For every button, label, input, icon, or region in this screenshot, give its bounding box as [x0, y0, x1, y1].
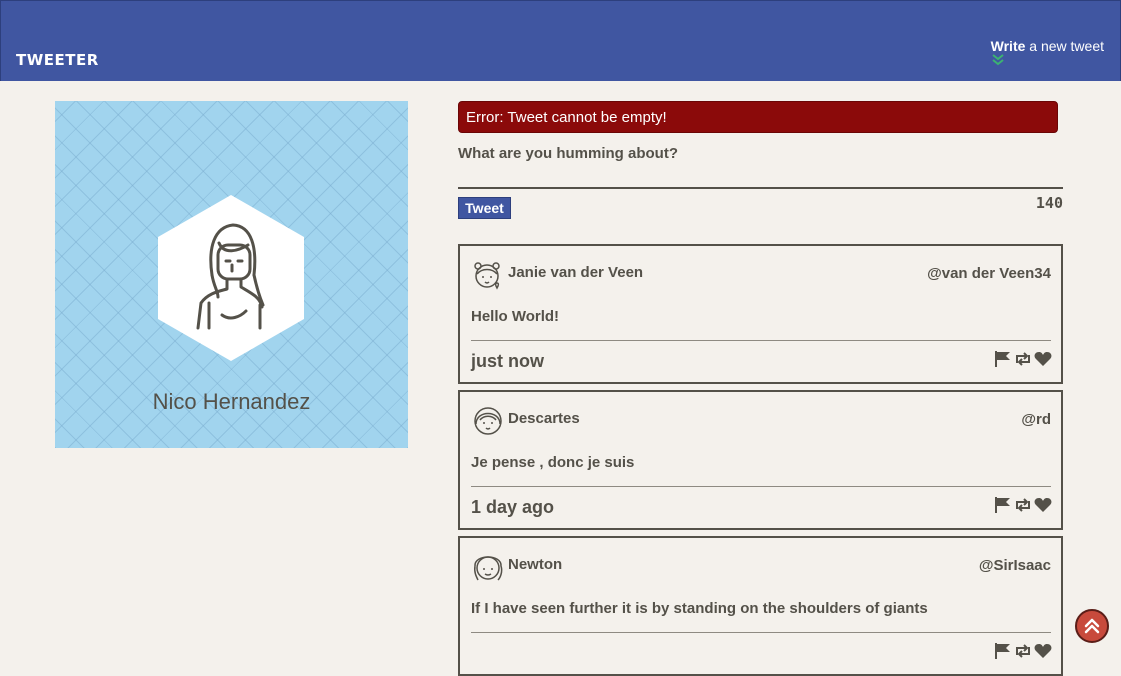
- tweet-avatar-icon: [474, 407, 502, 435]
- tweet-actions: [994, 643, 1052, 664]
- flag-icon[interactable]: [994, 643, 1012, 664]
- tweet-timestamp: just now: [471, 351, 544, 371]
- tweet-actions: [994, 497, 1052, 518]
- tweet-actions: [994, 351, 1052, 372]
- retweet-icon[interactable]: [1014, 351, 1032, 372]
- compose-textarea[interactable]: [458, 187, 1063, 189]
- tweet-divider: [471, 486, 1051, 487]
- error-message: Error: Tweet cannot be empty!: [458, 101, 1058, 133]
- tweet-text: If I have seen further it is by standing…: [471, 600, 928, 617]
- profile-name: Nico Hernandez: [152, 389, 311, 414]
- top-nav: TWEETER Write a new tweet: [0, 0, 1121, 81]
- tweet-author-handle: @SirIsaac: [978, 557, 1051, 574]
- profile-card: Nico Hernandez: [55, 101, 408, 448]
- new-tweet-label: a new tweet: [1025, 38, 1104, 54]
- tweet-author-name: Janie van der Veen: [508, 264, 644, 281]
- tweet-card: Descartes @rd Je pense , donc je suis 1 …: [458, 390, 1063, 530]
- double-chevron-up-icon: [1084, 618, 1100, 634]
- write-label: Write: [990, 38, 1026, 54]
- tweet-author-handle: @van der Veen34: [927, 265, 1051, 282]
- tweet-avatar-icon: [474, 556, 503, 581]
- tweet-button[interactable]: Tweet: [458, 197, 511, 219]
- tweet-avatar-icon: [474, 262, 500, 290]
- flag-icon[interactable]: [994, 351, 1012, 372]
- tweet-divider: [471, 340, 1051, 341]
- tweet-divider: [471, 632, 1051, 633]
- retweet-icon[interactable]: [1014, 497, 1032, 518]
- retweet-icon[interactable]: [1014, 643, 1032, 664]
- tweet-card: Newton @SirIsaac If I have seen further …: [458, 536, 1063, 676]
- compose-prompt: What are you humming about?: [458, 145, 678, 162]
- tweet-timestamp: 1 day ago: [471, 497, 555, 517]
- heart-icon[interactable]: [1034, 351, 1052, 372]
- app-logo[interactable]: TWEETER: [16, 51, 99, 69]
- heart-icon[interactable]: [1034, 643, 1052, 664]
- tweet-author-name: Descartes: [508, 410, 580, 427]
- tweet-text: Je pense , donc je suis: [471, 454, 635, 471]
- tweet-author-name: Newton: [508, 556, 563, 573]
- flag-icon[interactable]: [994, 497, 1012, 518]
- heart-icon[interactable]: [1034, 497, 1052, 518]
- tweet-text: Hello World!: [471, 308, 560, 325]
- write-tweet-toggle[interactable]: Write a new tweet: [991, 38, 1104, 67]
- character-counter: 140: [1035, 194, 1063, 212]
- tweet-card: Janie van der Veen @van der Veen34 Hello…: [458, 244, 1063, 384]
- scroll-to-top-button[interactable]: [1075, 609, 1109, 643]
- tweet-author-handle: @rd: [1021, 411, 1051, 428]
- double-chevron-down-icon: [992, 54, 1004, 66]
- profile-avatar: [158, 195, 304, 361]
